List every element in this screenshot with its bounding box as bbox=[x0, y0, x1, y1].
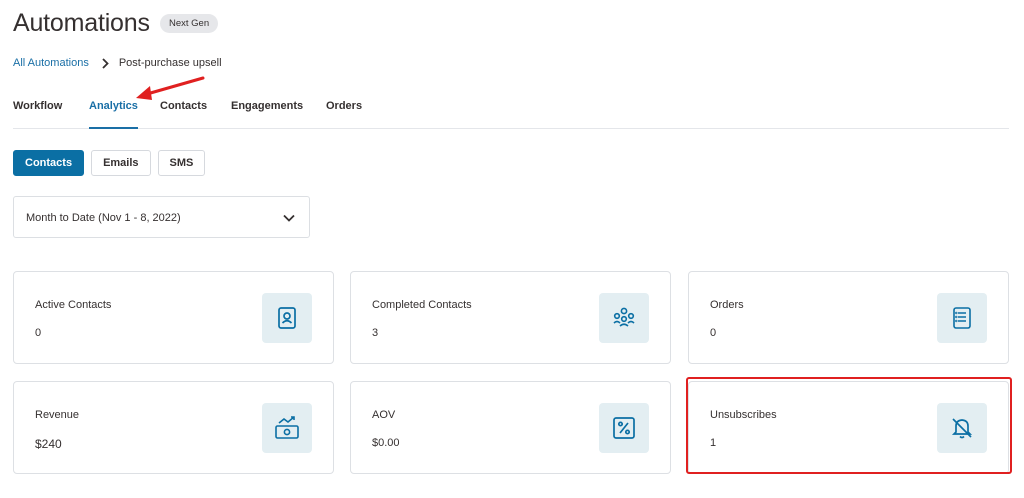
date-range-value: Month to Date (Nov 1 - 8, 2022) bbox=[26, 212, 181, 224]
metric-type-toggle: Contacts Emails SMS bbox=[13, 150, 206, 176]
group-icon bbox=[599, 293, 649, 343]
metric-label: Orders bbox=[710, 299, 744, 311]
percent-icon bbox=[599, 403, 649, 453]
breadcrumb: All Automations Post-purchase upsell bbox=[13, 57, 222, 69]
metric-label: Active Contacts bbox=[35, 299, 112, 311]
tab-contacts[interactable]: Contacts bbox=[160, 100, 207, 129]
metric-label: Unsubscribes bbox=[710, 409, 777, 421]
metric-card-completed-contacts: Completed Contacts 3 bbox=[350, 271, 671, 364]
page-title: Automations bbox=[13, 9, 150, 37]
chevron-down-icon bbox=[283, 211, 295, 229]
metric-card-revenue: Revenue $240 bbox=[13, 381, 334, 474]
tab-bar: Workflow Analytics Contacts Engagements … bbox=[13, 99, 1009, 129]
next-gen-badge: Next Gen bbox=[160, 14, 219, 33]
metric-card-orders: Orders 0 bbox=[688, 271, 1009, 364]
receipt-icon bbox=[937, 293, 987, 343]
breadcrumb-current: Post-purchase upsell bbox=[118, 57, 222, 69]
chevron-right-icon bbox=[101, 57, 109, 69]
emails-toggle-button[interactable]: Emails bbox=[91, 150, 151, 176]
tab-engagements[interactable]: Engagements bbox=[231, 100, 303, 129]
metric-label: Revenue bbox=[35, 409, 80, 421]
metric-label: Completed Contacts bbox=[372, 299, 472, 311]
breadcrumb-all-automations[interactable]: All Automations bbox=[13, 57, 89, 69]
metric-value: 3 bbox=[372, 327, 379, 339]
metric-value: $0.00 bbox=[372, 437, 400, 449]
revenue-icon bbox=[262, 403, 312, 453]
metric-value: 0 bbox=[710, 327, 717, 339]
metric-value: $240 bbox=[35, 437, 62, 451]
metric-card-aov: AOV $0.00 bbox=[350, 381, 671, 474]
tab-workflow[interactable]: Workflow bbox=[13, 100, 62, 129]
sms-toggle-button[interactable]: SMS bbox=[157, 150, 206, 176]
contacts-toggle-button[interactable]: Contacts bbox=[13, 150, 85, 176]
metric-value: 0 bbox=[35, 327, 42, 339]
date-range-select[interactable]: Month to Date (Nov 1 - 8, 2022) bbox=[13, 196, 310, 238]
bell-off-icon bbox=[937, 403, 987, 453]
metric-card-unsubscribes: Unsubscribes 1 bbox=[688, 381, 1009, 474]
metric-value: 1 bbox=[710, 437, 717, 449]
metric-card-active-contacts: Active Contacts 0 bbox=[13, 271, 334, 364]
tab-analytics[interactable]: Analytics bbox=[89, 100, 138, 129]
contact-book-icon bbox=[262, 293, 312, 343]
metric-label: AOV bbox=[372, 409, 396, 421]
tab-orders[interactable]: Orders bbox=[326, 100, 362, 129]
